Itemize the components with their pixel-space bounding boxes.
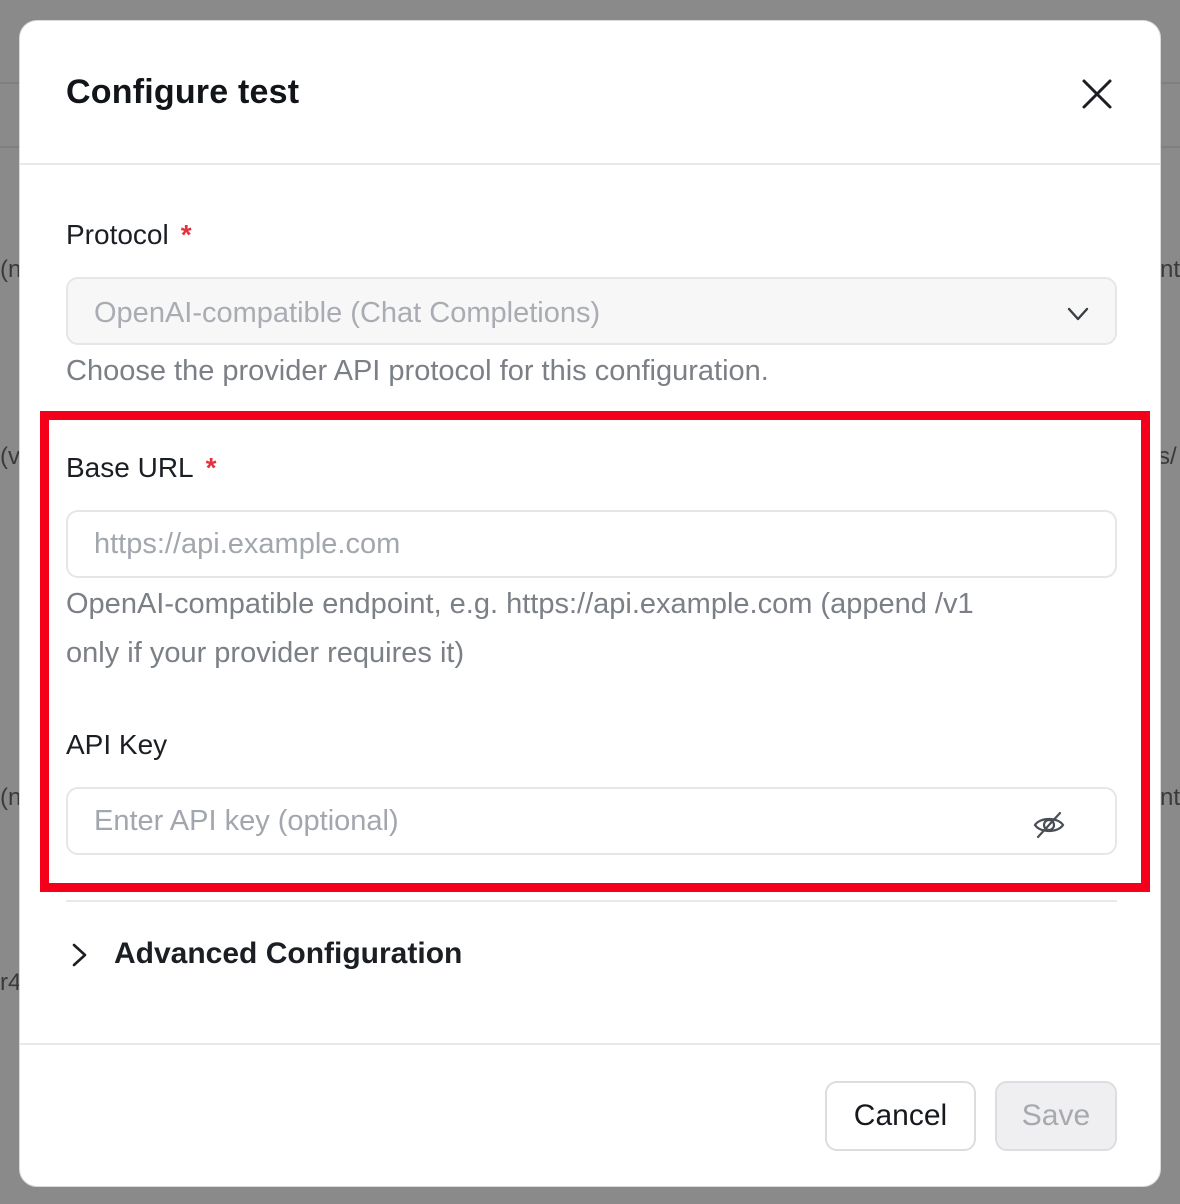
background-divider	[1161, 146, 1180, 148]
save-button[interactable]: Save	[995, 1081, 1117, 1151]
toggle-visibility-button[interactable]	[1032, 808, 1066, 842]
base-url-input[interactable]	[66, 510, 1117, 578]
protocol-selected-value: OpenAI-compatible (Chat Completions)	[94, 297, 601, 329]
base-url-label: Base URL *	[66, 452, 217, 484]
background-text: (v	[0, 443, 20, 470]
background-divider	[0, 146, 19, 148]
background-divider	[1161, 82, 1180, 84]
close-button[interactable]	[1076, 73, 1118, 115]
protocol-label-text: Protocol	[66, 219, 169, 250]
base-url-help-line-1: OpenAI-compatible endpoint, e.g. https:/…	[66, 588, 974, 620]
configure-test-dialog: Configure test Protocol * OpenAI-compatib…	[19, 20, 1161, 1187]
dialog-header: Configure test	[20, 21, 1160, 165]
api-key-label: API Key	[66, 729, 167, 761]
base-url-help-line-2: only if your provider requires it)	[66, 637, 465, 669]
api-key-input[interactable]	[66, 787, 1117, 855]
advanced-configuration-label: Advanced Configuration	[114, 937, 463, 970]
background-divider	[0, 82, 19, 84]
protocol-help-text: Choose the provider API protocol for thi…	[66, 355, 769, 387]
eye-off-icon	[1033, 811, 1065, 839]
protocol-select[interactable]: OpenAI-compatible (Chat Completions)	[66, 277, 1117, 345]
close-icon	[1082, 79, 1112, 109]
section-divider	[66, 900, 1117, 902]
api-key-label-text: API Key	[66, 729, 168, 760]
cancel-button[interactable]: Cancel	[825, 1081, 976, 1151]
required-marker: *	[205, 452, 217, 483]
protocol-label: Protocol *	[66, 219, 192, 251]
background-text: nt	[1160, 256, 1180, 283]
footer-divider	[20, 1043, 1160, 1045]
chevron-right-icon	[72, 943, 87, 967]
dialog-title: Configure test	[66, 73, 300, 111]
required-marker: *	[180, 219, 192, 250]
base-url-label-text: Base URL	[66, 452, 194, 483]
chevron-down-icon	[1067, 307, 1089, 321]
background-text: nt	[1160, 784, 1180, 811]
